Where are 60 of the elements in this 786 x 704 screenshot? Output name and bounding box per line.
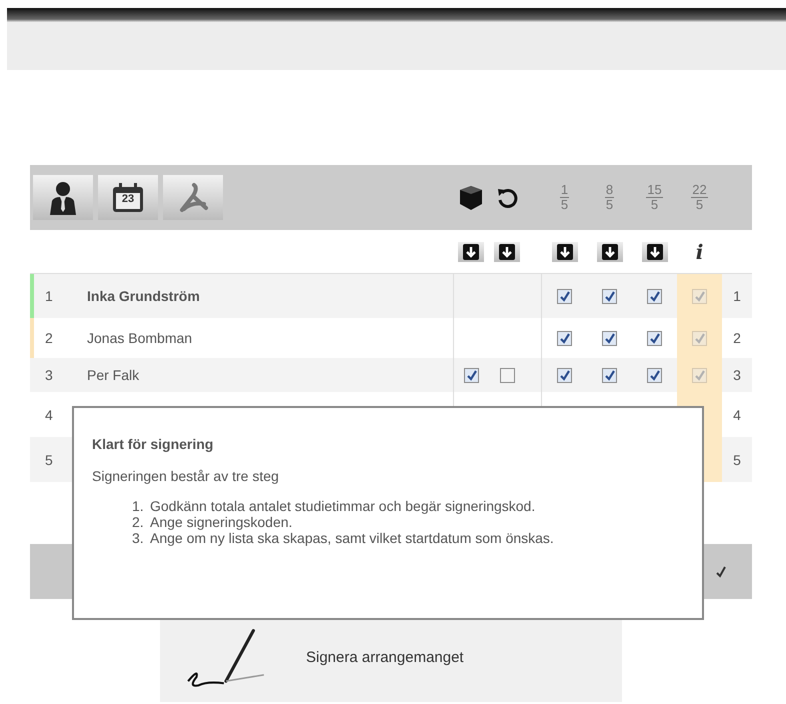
row-number: 2: [732, 330, 742, 346]
down-arrow-icon: [556, 244, 572, 260]
checkbox[interactable]: [602, 368, 617, 382]
down-arrow-icon: [646, 244, 662, 260]
month-number: 5: [560, 198, 568, 212]
month-number: 5: [650, 198, 658, 212]
checkbox[interactable]: [464, 368, 479, 382]
calendar-button[interactable]: 23: [98, 175, 158, 220]
popup-text: Signeringen består av tre steg: [92, 468, 280, 484]
checkbox[interactable]: [647, 368, 662, 382]
checkbox[interactable]: [602, 288, 617, 304]
row-number: 3: [732, 367, 742, 383]
download-button[interactable]: [596, 242, 622, 262]
step-number: 2.: [132, 514, 145, 530]
checkbox[interactable]: [557, 330, 572, 346]
participant-name: Jonas Bombman: [86, 330, 194, 346]
person-button[interactable]: [33, 175, 93, 220]
row-number: 4: [45, 406, 53, 422]
step-text: Ange signeringskoden.: [150, 514, 292, 530]
row-number: 5: [732, 452, 742, 468]
checkbox[interactable]: [647, 288, 662, 304]
participant-name: Per Falk: [86, 367, 140, 383]
checkbox[interactable]: [500, 368, 514, 382]
row-number: 1: [732, 288, 742, 304]
popup-title: Klart för signering: [92, 436, 214, 452]
calendar-day: 23: [98, 193, 158, 205]
step-number: 1.: [132, 498, 145, 514]
down-arrow-icon: [602, 244, 618, 260]
month-number: 5: [606, 198, 614, 212]
calendar-icon: [111, 182, 145, 214]
month-number: 5: [696, 198, 704, 212]
cube-icon: [459, 184, 483, 210]
down-arrow-icon: [499, 244, 515, 260]
row-number: 2: [45, 330, 53, 346]
download-button[interactable]: [552, 242, 578, 262]
person-icon: [48, 180, 78, 214]
step-number: 3.: [132, 530, 145, 546]
day-number: 8: [604, 182, 614, 198]
checkbox[interactable]: [647, 330, 662, 346]
down-arrow-icon: [463, 244, 479, 260]
row-number: 4: [732, 406, 742, 422]
download-button[interactable]: [642, 242, 668, 262]
checkbox[interactable]: [557, 288, 572, 304]
day-number: 22: [691, 182, 708, 198]
info-label: i: [696, 240, 704, 264]
pdf-button[interactable]: [163, 175, 223, 220]
checkbox[interactable]: [557, 368, 572, 382]
checkbox[interactable]: [602, 330, 617, 346]
reset-icon: [496, 186, 518, 208]
check-icon: [716, 566, 726, 578]
step-text: Ange om ny lista ska skapas, samt vilket startdatum som önskas.: [150, 530, 554, 546]
row-number: 3: [45, 367, 53, 383]
day-number: 15: [646, 182, 663, 198]
download-button[interactable]: [494, 242, 520, 262]
download-button[interactable]: [458, 242, 484, 262]
step-text: Godkänn totala antalet studietimmar och begär signeringskod.: [150, 498, 536, 514]
day-number: 1: [560, 182, 570, 198]
participant-name: Inka Grundström: [86, 288, 201, 304]
row-number: 5: [45, 452, 53, 468]
row-number: 1: [45, 288, 53, 304]
